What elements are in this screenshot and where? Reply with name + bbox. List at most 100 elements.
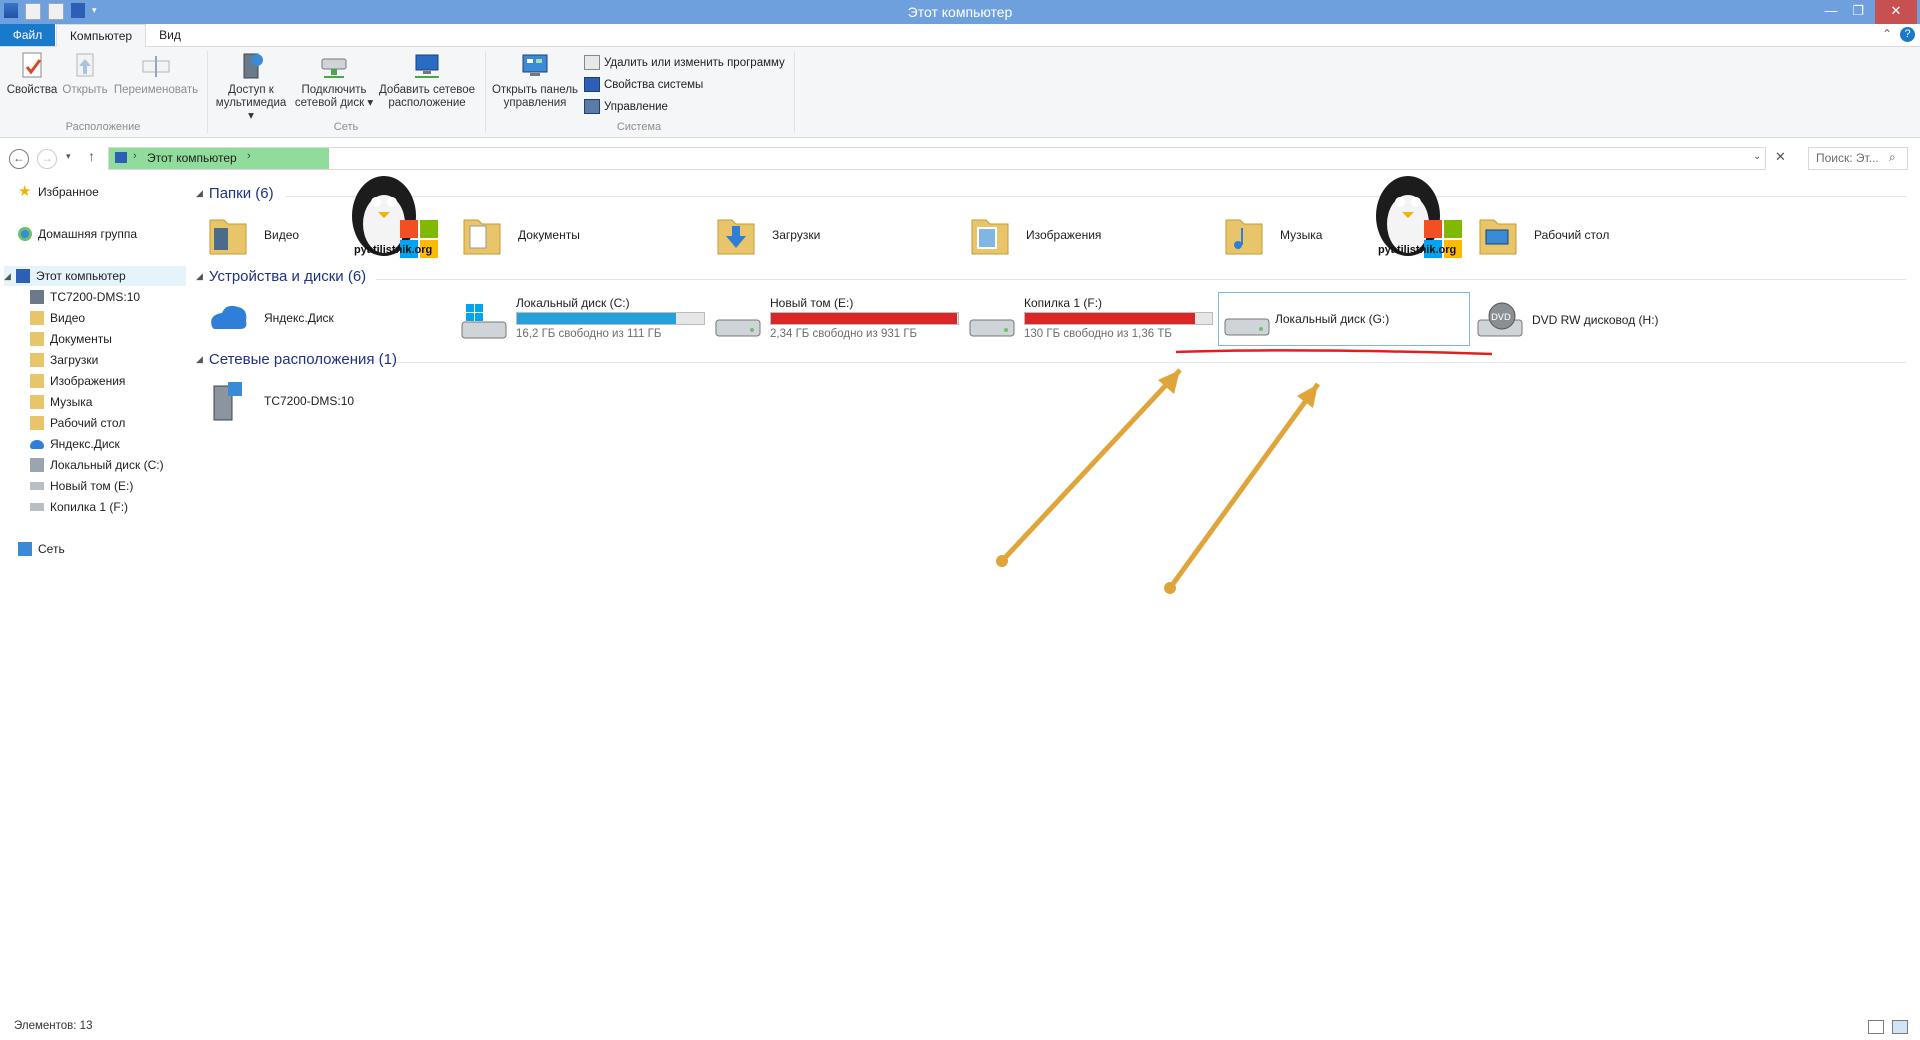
annotation-arrow — [1167, 382, 1321, 590]
properties-button[interactable]: Свойства — [6, 51, 58, 97]
control-panel-icon — [519, 51, 551, 81]
address-dropdown-icon[interactable]: ⌄ — [1753, 151, 1761, 162]
drive-name: Локальный диск (G:) — [1275, 312, 1390, 326]
drive-item-e[interactable]: Новый том (E:) 2,34 ГБ свободно из 931 Г… — [714, 294, 964, 342]
control-panel-button[interactable]: Открыть панель управления — [488, 51, 582, 110]
drive-usage-bar — [1024, 312, 1213, 325]
devices-section-header[interactable]: ◢ Устройства и диски (6) — [196, 268, 1908, 285]
map-network-drive-button[interactable]: Подключить сетевой диск ▾ — [294, 51, 374, 110]
tab-computer[interactable]: Компьютер — [56, 24, 146, 47]
device-yandex-disk[interactable]: Яндекс.Диск — [206, 288, 334, 348]
media-access-button[interactable]: Доступ к мультимедиа ▾ — [212, 51, 290, 123]
folder-item-pictures[interactable]: Изображения — [968, 205, 1101, 265]
address-bar[interactable]: › Этот компьютер › ⌄ — [108, 147, 1766, 170]
close-button[interactable]: ✕ — [1875, 0, 1917, 24]
network-device-icon — [213, 382, 242, 421]
help-icon[interactable]: ? — [1900, 27, 1915, 42]
breadcrumb-chevron-icon[interactable]: › — [247, 150, 251, 162]
nav-documents[interactable]: Документы — [30, 329, 112, 349]
nav-drive-e[interactable]: Новый том (E:) — [30, 476, 133, 496]
add-network-location-button[interactable]: Добавить сетевое расположение — [376, 51, 478, 110]
nav-drive-f[interactable]: Копилка 1 (F:) — [30, 497, 128, 517]
tab-view[interactable]: Вид — [148, 24, 192, 46]
nav-favorites[interactable]: ★ Избранное — [18, 182, 99, 202]
network-group-label: Сеть — [333, 121, 359, 133]
drive-usage-fill — [517, 313, 676, 324]
folder-label: Музыка — [1280, 228, 1323, 242]
open-icon — [69, 51, 101, 81]
network-section-header[interactable]: ◢ Сетевые расположения (1) — [196, 351, 1908, 368]
nav-pictures[interactable]: Изображения — [30, 371, 125, 391]
up-button[interactable]: ↑ — [88, 148, 95, 164]
open-button[interactable]: Открыть — [60, 51, 110, 97]
documents-folder-icon — [30, 332, 44, 346]
nav-network[interactable]: Сеть — [18, 539, 65, 559]
nav-yandex-disk[interactable]: Яндекс.Диск — [30, 434, 120, 454]
collapse-triangle-icon[interactable]: ◢ — [196, 188, 203, 199]
add-label-line1: Добавить сетевое — [378, 84, 476, 96]
search-input[interactable]: Поиск: Эт... ⌕ — [1808, 147, 1908, 170]
tab-file[interactable]: Файл — [0, 24, 55, 46]
collapse-triangle-icon[interactable]: ◢ — [196, 354, 203, 365]
drive-free-space: 130 ГБ свободно из 1,36 ТБ — [1024, 328, 1172, 340]
drive-name: Локальный диск (C:) — [516, 296, 630, 310]
folder-item-desktop[interactable]: Рабочий стол — [1476, 205, 1609, 265]
folder-item-downloads[interactable]: Загрузки — [714, 205, 820, 265]
uninstall-icon — [584, 55, 600, 70]
folder-item-music[interactable]: Музыка — [1222, 205, 1322, 265]
properties-icon — [16, 51, 48, 81]
folder-item-documents[interactable]: Документы — [460, 205, 580, 265]
refresh-close-icon[interactable]: ✕ — [1775, 149, 1786, 165]
recent-locations-icon[interactable]: ▾ — [66, 151, 71, 162]
folders-section-header[interactable]: ◢ Папки (6) — [196, 185, 1908, 202]
nav-desktop[interactable]: Рабочий стол — [30, 413, 125, 433]
back-button[interactable]: ← — [9, 149, 29, 169]
nav-this-pc[interactable]: ◢ Этот компьютер — [4, 266, 186, 286]
uninstall-program-button[interactable]: Удалить или изменить программу — [584, 55, 785, 70]
restore-button[interactable]: ❐ — [1841, 0, 1875, 24]
breadcrumb-this-pc[interactable]: Этот компьютер — [147, 151, 237, 165]
nav-item-label: Копилка 1 (F:) — [50, 500, 129, 514]
ribbon-collapse-icon[interactable]: ⌃ — [1882, 27, 1892, 41]
forward-button[interactable]: → — [37, 149, 57, 169]
address-computer-icon — [115, 152, 127, 163]
drive-item-c[interactable]: Локальный диск (C:) 16,2 ГБ свободно из … — [460, 294, 710, 342]
map-label-line1: Подключить — [301, 84, 367, 96]
nav-tc7200[interactable]: TC7200-DMS:10 — [30, 287, 140, 307]
expand-chevron-icon[interactable]: ◢ — [4, 266, 16, 286]
nav-item-label: Изображения — [50, 374, 126, 388]
manage-label: Управление — [604, 100, 668, 113]
drive-item-h[interactable]: DVD DVD RW дисковод (H:) — [1476, 294, 1726, 342]
nav-drive-c[interactable]: Локальный диск (C:) — [30, 455, 164, 475]
view-toggle — [1868, 1020, 1908, 1034]
drive-usage-fill — [1025, 313, 1196, 324]
video-folder-icon — [30, 311, 44, 325]
details-view-icon[interactable] — [1868, 1020, 1884, 1034]
system-properties-button[interactable]: Свойства системы — [584, 77, 703, 92]
nav-video[interactable]: Видео — [30, 308, 85, 328]
nav-music[interactable]: Музыка — [30, 392, 92, 412]
manage-button[interactable]: Управление — [584, 99, 668, 114]
system-properties-icon — [584, 77, 600, 92]
properties-label: Свойства — [6, 84, 58, 96]
rename-button[interactable]: Переименовать — [112, 51, 200, 97]
nav-network-label: Сеть — [38, 542, 65, 556]
dvd-drive-icon: DVD — [1477, 302, 1523, 337]
computer-icon — [16, 269, 30, 283]
drive-name: Копилка 1 (F:) — [1024, 296, 1103, 310]
folder-label: Видео — [264, 228, 300, 242]
network-item-tc7200[interactable]: TC7200-DMS:10 — [206, 371, 354, 431]
breadcrumb-chevron-icon[interactable]: › — [133, 150, 137, 162]
ribbon: Свойства Открыть Переименовать Расположе… — [0, 47, 1920, 138]
folder-label: Загрузки — [772, 228, 821, 242]
collapse-triangle-icon[interactable]: ◢ — [196, 271, 203, 282]
nav-downloads[interactable]: Загрузки — [30, 350, 98, 370]
folder-item-video[interactable]: Видео — [206, 205, 299, 265]
large-icons-view-icon[interactable] — [1892, 1020, 1908, 1034]
device-label: Яндекс.Диск — [264, 311, 334, 325]
annotation-arrow — [1000, 368, 1182, 563]
nav-homegroup[interactable]: Домашняя группа — [18, 224, 137, 244]
drive-item-g[interactable]: Локальный диск (G:) — [1218, 292, 1470, 346]
search-placeholder: Поиск: Эт... — [1816, 151, 1879, 165]
drive-item-f[interactable]: Копилка 1 (F:) 130 ГБ свободно из 1,36 Т… — [968, 294, 1218, 342]
